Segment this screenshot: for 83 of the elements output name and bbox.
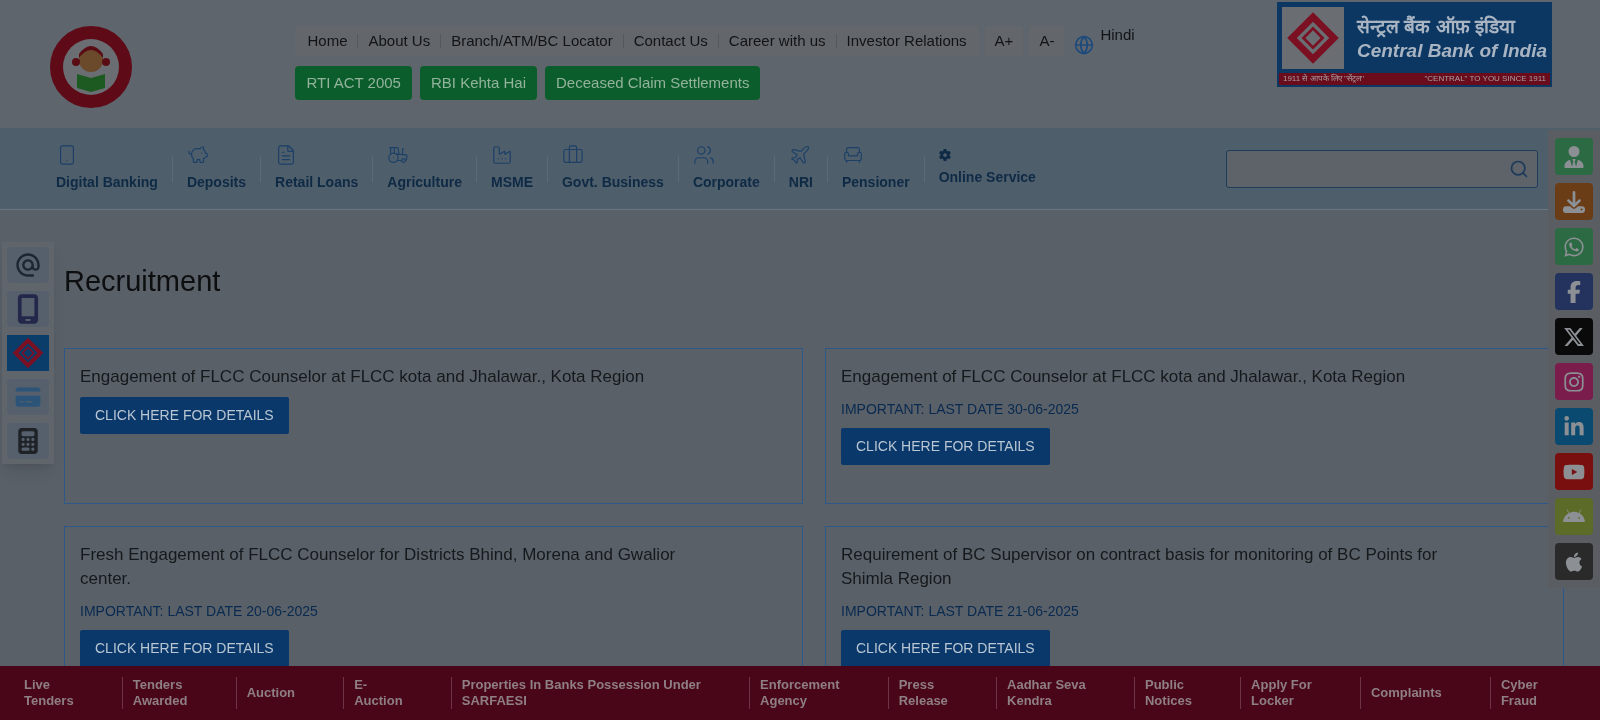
card-title: Engagement of FLCC Counselor at FLCC kota and Jhalawar., Kota Region <box>80 365 646 388</box>
tagline: "CENTRAL" TO YOU SINCE 1911 <box>1424 74 1546 84</box>
instagram-icon <box>1563 370 1585 393</box>
top-menu-link[interactable]: Home <box>297 29 358 53</box>
footer-link[interactable]: Complaints <box>1366 685 1484 701</box>
top-menu-link[interactable]: Career with us <box>718 29 836 53</box>
top-menu-link[interactable]: About Us <box>358 29 441 53</box>
footer-link[interactable]: Cyber Fraud <box>1496 677 1580 709</box>
at-sign-icon <box>14 251 42 279</box>
nav-item[interactable]: Online Service <box>936 149 1038 188</box>
nav-item[interactable]: Digital Banking <box>54 144 160 193</box>
social-link[interactable] <box>1555 453 1593 490</box>
nav-item[interactable]: MSME <box>488 144 535 193</box>
font-size-button[interactable]: A+ <box>984 26 1024 56</box>
details-button[interactable]: CLICK HERE FOR DETAILS <box>841 427 1050 465</box>
credit-card-icon <box>15 386 41 408</box>
nav-item[interactable]: Agriculture <box>385 144 464 193</box>
calculator-button[interactable] <box>7 423 49 459</box>
details-button[interactable]: CLICK HERE FOR DETAILS <box>80 629 289 666</box>
x-icon <box>1563 325 1585 348</box>
calculator-icon <box>18 428 38 454</box>
quick-link-button[interactable]: RBI Kehta Hai <box>419 66 537 100</box>
bank-name: Central Bank of India <box>1356 38 1547 63</box>
nav-item[interactable]: Corporate <box>690 144 762 193</box>
quick-link-button[interactable]: RTI ACT 2005 <box>295 66 412 100</box>
social-link[interactable] <box>1555 318 1593 355</box>
social-link[interactable] <box>1555 408 1593 445</box>
card-title: Fresh Engagement of FLCC Counselor for Districts Bhind, Morena and Gwalior center. <box>80 543 677 590</box>
deadline-text: IMPORTANT: LAST DATE 20-06-2025 <box>80 601 318 621</box>
footer-link[interactable]: Apply For Locker <box>1247 677 1354 709</box>
nav-item[interactable]: Pensioner <box>839 144 912 193</box>
globe-icon <box>1074 35 1095 55</box>
bank-logo-icon <box>1285 11 1340 65</box>
settings-icon <box>938 149 951 161</box>
tagline-hindi: 1911 से आपके लिए ''सेंट्रल'' <box>1282 74 1365 84</box>
people-icon <box>692 144 715 166</box>
deadline-text: IMPORTANT: LAST DATE 21-06-2025 <box>841 601 1079 621</box>
footer-link[interactable]: Aadhar Seva Kendra <box>1003 677 1128 709</box>
search-icon <box>1509 158 1529 179</box>
nav-item[interactable]: Govt. Business <box>559 144 666 193</box>
top-menu-link[interactable]: Contact Us <box>623 29 718 53</box>
footer-link[interactable]: E- Auction <box>350 677 445 709</box>
footer-link[interactable]: Tenders Awarded <box>128 677 230 709</box>
nav-item[interactable]: Retail Loans <box>273 144 361 193</box>
details-button[interactable]: CLICK HERE FOR DETAILS <box>841 629 1050 666</box>
font-size-button[interactable]: A- <box>1029 26 1065 56</box>
bank-name-hindi: सेन्ट्रल बैंक ऑफ़ इंडिया <box>1356 14 1517 39</box>
footer-link[interactable]: Properties In Banks Possession Under SARFAESI <box>457 677 744 709</box>
plane-icon <box>788 144 811 166</box>
download-icon <box>1563 190 1585 213</box>
linkedin-icon <box>1563 415 1585 438</box>
footer-link[interactable]: Auction <box>242 685 338 701</box>
bank-logo-icon <box>12 337 44 369</box>
person-icon <box>1563 145 1585 168</box>
mobile-app-button[interactable] <box>7 291 49 327</box>
apple-icon <box>1563 550 1585 573</box>
nav-item[interactable]: NRI <box>786 144 815 193</box>
deadline-text: IMPORTANT: LAST DATE 30-06-2025 <box>841 399 1079 419</box>
top-menu-link[interactable]: Investor Relations <box>836 29 977 53</box>
footer-link[interactable]: Live Tenders <box>20 677 116 709</box>
footer-link[interactable]: Public Notices <box>1140 677 1235 709</box>
nav-item[interactable]: Deposits <box>184 144 249 193</box>
tractor-icon <box>387 144 410 166</box>
factory-icon <box>490 144 513 166</box>
card-title: Requirement of BC Supervisor on contract basis for monitoring of BC Points for Shimla Region <box>841 543 1439 590</box>
social-link[interactable] <box>1555 363 1593 400</box>
language-link[interactable]: Hindi <box>1100 24 1135 47</box>
quick-link-button[interactable]: Deceased Claim Settlements <box>545 66 761 100</box>
social-link[interactable] <box>1555 183 1593 220</box>
top-menu-link[interactable]: Branch/ATM/BC Locator <box>441 29 623 53</box>
footer-link[interactable]: Enforcement Agency <box>756 677 882 709</box>
page-title: Recruitment <box>64 264 222 299</box>
whatsapp-icon <box>1563 235 1585 258</box>
social-link[interactable] <box>1555 273 1593 310</box>
details-button[interactable]: CLICK HERE FOR DETAILS <box>80 396 289 434</box>
card-title: Engagement of FLCC Counselor at FLCC kota and Jhalawar., Kota Region <box>841 365 1407 388</box>
briefcase-icon <box>561 144 584 166</box>
email-button[interactable] <box>7 247 49 283</box>
piggy-bank-icon <box>186 144 209 166</box>
search-field[interactable] <box>1226 149 1538 188</box>
phone-icon <box>17 294 39 324</box>
footer-link[interactable]: Press Release <box>894 677 991 709</box>
social-link[interactable] <box>1555 543 1593 580</box>
